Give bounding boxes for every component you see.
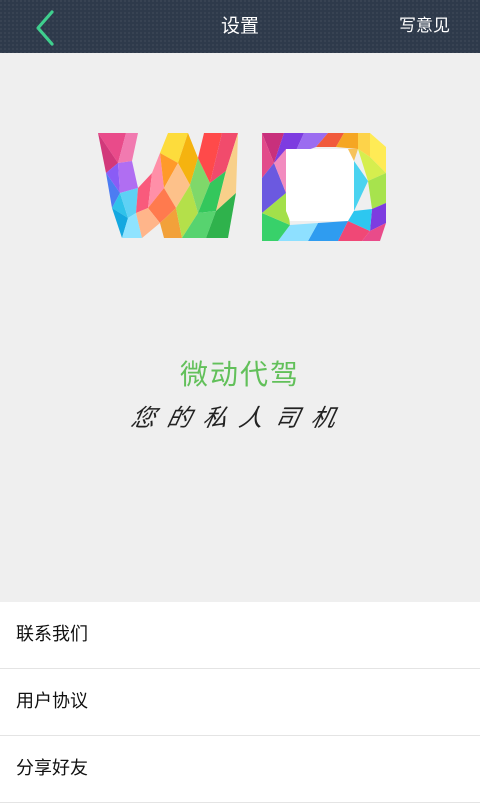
feedback-button[interactable]: 写意见 xyxy=(399,0,450,53)
app-name: 微动代驾 xyxy=(179,358,300,391)
settings-menu: 联系我们 用户协议 分享好友 xyxy=(0,602,480,803)
menu-item-contact-us[interactable]: 联系我们 xyxy=(0,602,480,669)
menu-item-user-agreement[interactable]: 用户协议 xyxy=(0,669,480,736)
chevron-left-icon xyxy=(36,10,54,46)
back-button[interactable] xyxy=(30,8,66,48)
hero-section: 微动代驾 您的私人司机 xyxy=(0,53,480,600)
top-bar: 设置 写意见 xyxy=(0,0,480,53)
menu-item-share-friends[interactable]: 分享好友 xyxy=(0,736,480,803)
logo-letter-d xyxy=(262,133,386,241)
wd-logo xyxy=(98,133,386,241)
app-slogan: 您的私人司机 xyxy=(128,404,351,432)
logo-letter-w xyxy=(98,133,238,238)
